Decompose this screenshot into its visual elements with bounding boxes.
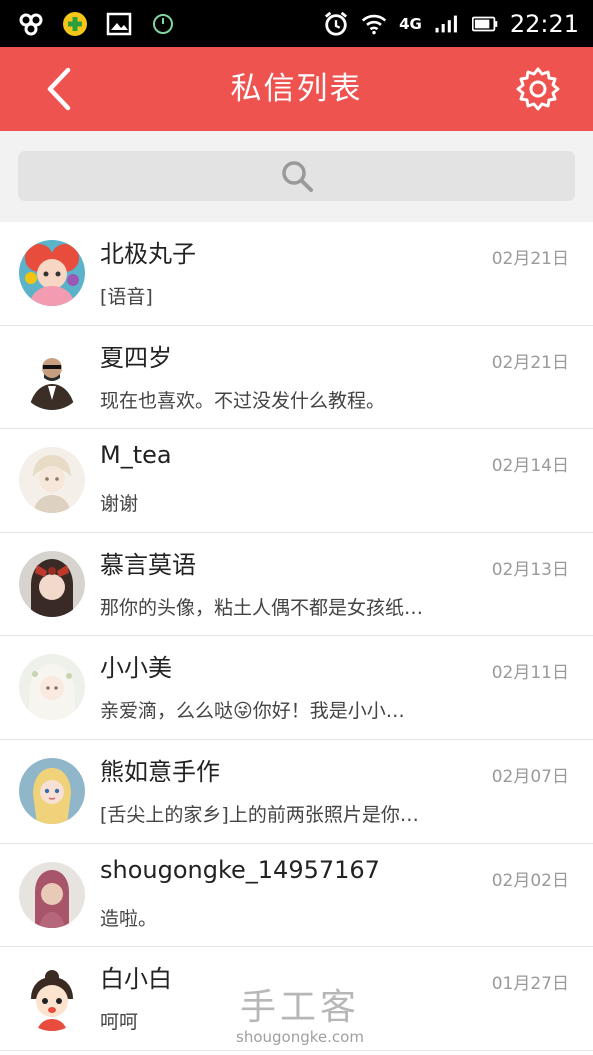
conversation-row[interactable]: 慕言莫语 那你的头像，粘土人偶不都是女孩纸… 02月13日 xyxy=(0,532,593,637)
avatar xyxy=(19,343,85,410)
status-bar: 4G 22:21 xyxy=(0,0,593,47)
game-app-icon xyxy=(62,11,88,37)
page-title: 私信列表 xyxy=(230,71,363,107)
avatar xyxy=(19,861,85,928)
message-date: 02月07日 xyxy=(491,766,569,787)
title-bar: 私信列表 xyxy=(0,47,593,131)
clock: 22:21 xyxy=(509,9,579,38)
message-date: 02月21日 xyxy=(491,249,569,269)
message-preview: 谢谢 xyxy=(100,493,139,516)
search-icon xyxy=(281,161,313,192)
signal-icon xyxy=(434,11,460,37)
conversation-list: 北极丸子 [语音] 02月21日 夏四岁 现在也喜欢。不过没发什么教程。 02月… xyxy=(0,222,593,1051)
alarm-icon xyxy=(323,11,349,37)
back-button[interactable] xyxy=(34,64,84,114)
contact-name: 白小白 xyxy=(100,965,172,994)
avatar xyxy=(19,240,85,306)
message-preview: 那你的头像，粘土人偶不都是女孩纸… xyxy=(100,596,424,619)
search-input[interactable] xyxy=(18,151,575,201)
message-preview: 现在也喜欢。不过没发什么教程。 xyxy=(100,389,386,412)
app-notification-icon xyxy=(18,11,44,37)
message-preview: 造啦。 xyxy=(100,907,158,930)
chevron-left-icon xyxy=(47,67,71,111)
conversation-row[interactable]: 熊如意手作 [舌尖上的家乡]上的前两张照片是你… 02月07日 xyxy=(0,739,593,844)
conversation-row[interactable]: M_tea 谢谢 02月14日 xyxy=(0,429,593,533)
conversation-row[interactable]: 夏四岁 现在也喜欢。不过没发什么教程。 02月21日 xyxy=(0,325,593,430)
network-type: 4G xyxy=(399,14,422,33)
conversation-row[interactable]: 小小美 亲爱滴，么么哒😜你好！我是小小… 02月11日 xyxy=(0,636,593,740)
status-left-icons xyxy=(18,0,176,47)
gear-icon xyxy=(516,67,560,111)
contact-name: shougongke_14957167 xyxy=(100,855,380,884)
conversation-row[interactable]: 北极丸子 [语音] 02月21日 xyxy=(0,222,593,326)
message-preview: 亲爱滴，么么哒😜你好！我是小小… xyxy=(100,700,405,723)
image-icon xyxy=(106,11,132,37)
contact-name: 夏四岁 xyxy=(100,343,172,372)
message-date: 02月14日 xyxy=(491,456,569,477)
avatar xyxy=(19,757,85,824)
message-date: 02月13日 xyxy=(491,559,569,580)
contact-name: M_tea xyxy=(100,441,172,470)
message-date: 01月27日 xyxy=(491,974,569,995)
power-icon xyxy=(150,11,176,37)
conversation-row[interactable]: 白小白 呵呵 01月27日 xyxy=(0,947,593,1051)
contact-name: 小小美 xyxy=(100,654,172,683)
message-date: 02月21日 xyxy=(491,352,569,373)
message-preview: [舌尖上的家乡]上的前两张照片是你… xyxy=(100,803,419,826)
message-date: 02月02日 xyxy=(491,870,569,891)
contact-name: 北极丸子 xyxy=(100,240,196,268)
conversation-row[interactable]: shougongke_14957167 造啦。 02月02日 xyxy=(0,843,593,948)
avatar xyxy=(19,654,85,721)
contact-name: 熊如意手作 xyxy=(100,757,220,786)
avatar xyxy=(19,447,85,514)
search-area xyxy=(0,131,593,222)
message-preview: [语音] xyxy=(100,286,153,308)
message-date: 02月11日 xyxy=(491,663,569,684)
avatar xyxy=(19,965,85,1032)
contact-name: 慕言莫语 xyxy=(100,550,196,579)
wifi-icon xyxy=(361,11,387,37)
avatar xyxy=(19,550,85,617)
message-preview: 呵呵 xyxy=(100,1011,139,1034)
settings-button[interactable] xyxy=(513,64,563,114)
battery-icon xyxy=(471,11,498,37)
status-right-icons: 4G 22:21 xyxy=(323,0,579,47)
